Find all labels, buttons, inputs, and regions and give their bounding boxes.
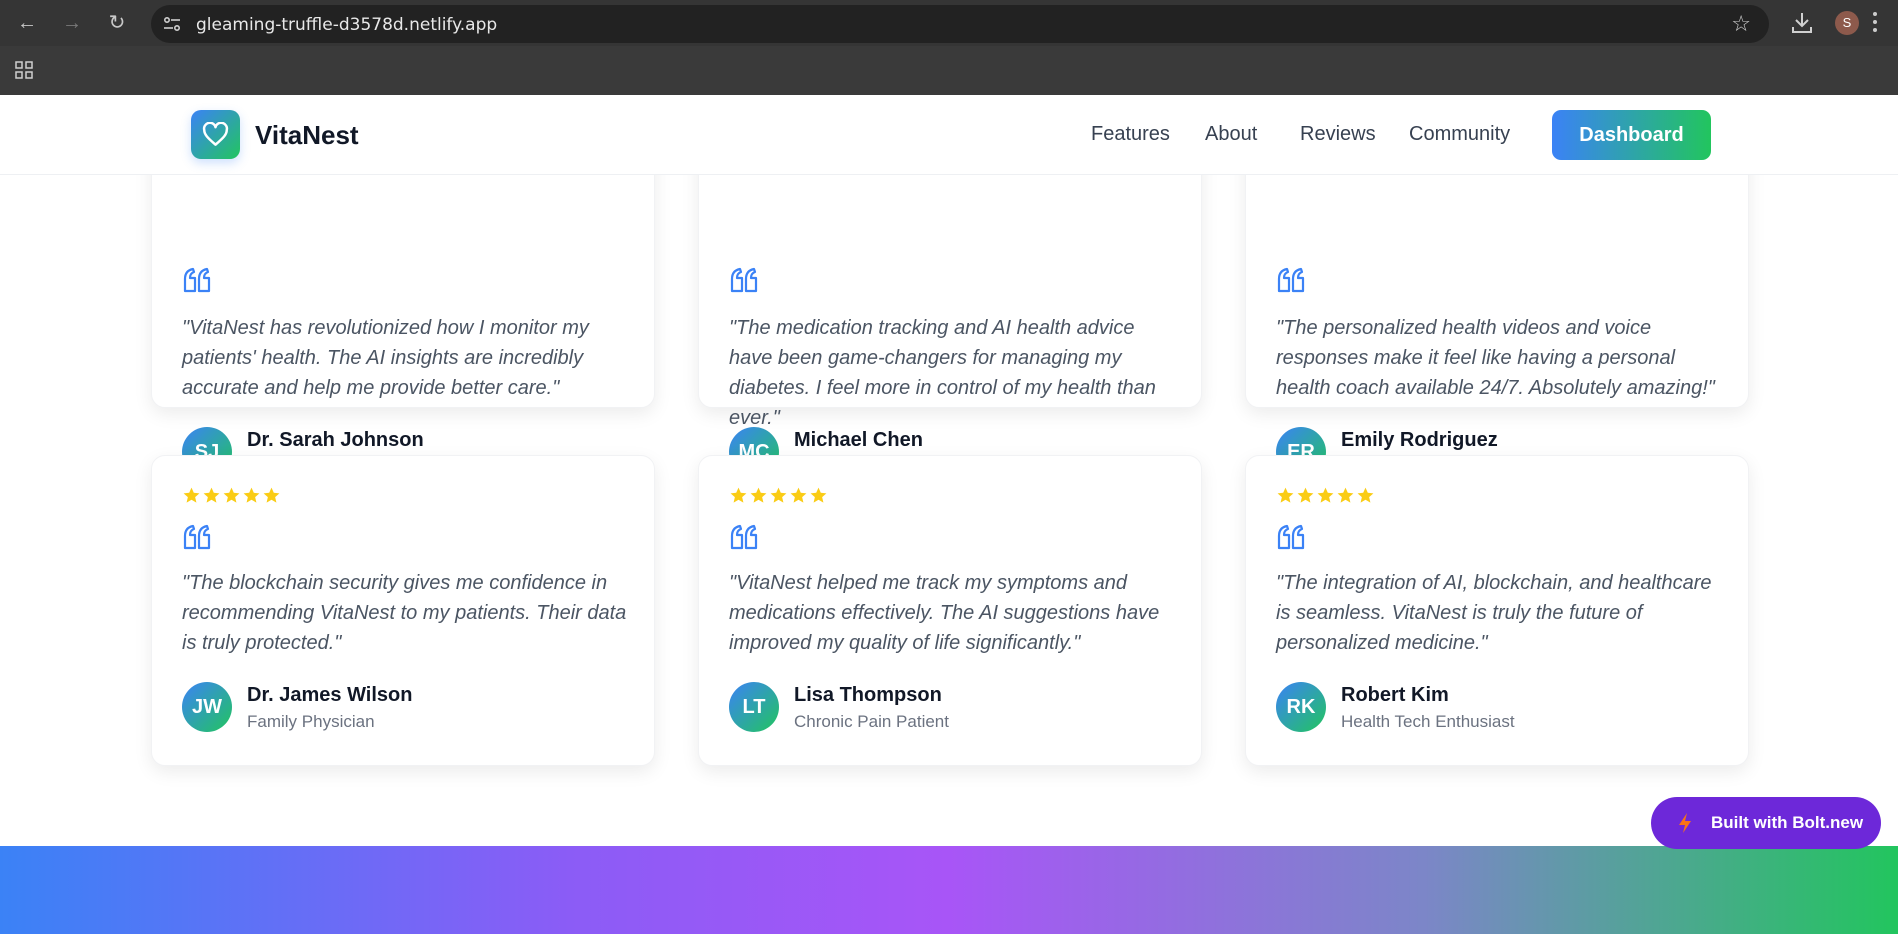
testimonial-quote: "The medication tracking and AI health a… xyxy=(729,317,1156,429)
quote-icon xyxy=(1277,267,1305,293)
lightning-icon xyxy=(1679,813,1691,833)
testimonial-quote: "The integration of AI, blockchain, and … xyxy=(1276,572,1712,654)
back-icon[interactable]: ← xyxy=(14,10,40,36)
logo[interactable] xyxy=(191,110,240,159)
browser-chrome: ← → ↻ gleaming-truffle-d3578d.netlify.ap… xyxy=(0,0,1898,95)
profile-avatar[interactable]: S xyxy=(1835,11,1859,35)
quote-icon xyxy=(730,267,758,293)
reviewer-role: Health Tech Enthusiast xyxy=(1341,712,1515,731)
star-rating xyxy=(182,486,282,508)
reviewer-name: Michael Chen xyxy=(794,429,923,451)
nav-link-community[interactable]: Community xyxy=(1409,123,1510,146)
nav-link-reviews[interactable]: Reviews xyxy=(1300,123,1376,146)
reload-icon[interactable]: ↻ xyxy=(104,10,130,36)
star-icon xyxy=(203,487,220,503)
reviewer-role: Family Physician xyxy=(247,712,375,731)
star-icon xyxy=(1317,487,1334,503)
testimonial-quote: "The personalized health videos and voic… xyxy=(1276,317,1715,399)
reviewer-name: Dr. Sarah Johnson xyxy=(247,429,424,451)
star-icon xyxy=(223,487,240,503)
star-icon xyxy=(730,487,747,503)
nav-link-features[interactable]: Features xyxy=(1091,123,1170,146)
testimonial-quote: "VitaNest has revolutionized how I monit… xyxy=(182,317,589,399)
url-text[interactable]: gleaming-truffle-d3578d.netlify.app xyxy=(196,15,497,35)
heart-icon xyxy=(202,122,229,146)
page-viewport: VitaNest Features About Reviews Communit… xyxy=(0,95,1898,934)
dashboard-button[interactable]: Dashboard xyxy=(1552,110,1711,160)
address-bar[interactable]: gleaming-truffle-d3578d.netlify.app ☆ xyxy=(151,5,1769,43)
nav-link-about[interactable]: About xyxy=(1205,123,1257,146)
bookmark-star-icon[interactable]: ☆ xyxy=(1731,11,1751,37)
bolt-badge[interactable]: Built with Bolt.new xyxy=(1651,797,1881,849)
quote-icon xyxy=(730,524,758,550)
forward-icon[interactable]: → xyxy=(59,10,85,36)
avatar: RK xyxy=(1276,682,1326,732)
testimonial-card: "VitaNest helped me track my symptoms an… xyxy=(698,455,1202,766)
reviewer-name: Lisa Thompson xyxy=(794,684,942,706)
reviewer-role: Chronic Pain Patient xyxy=(794,712,949,731)
star-icon xyxy=(770,487,787,503)
star-icon xyxy=(183,487,200,503)
star-icon xyxy=(810,487,827,503)
menu-icon[interactable] xyxy=(1872,12,1878,34)
star-icon xyxy=(1277,487,1294,503)
site-info-icon[interactable] xyxy=(163,16,181,32)
bolt-badge-label: Built with Bolt.new xyxy=(1711,813,1864,832)
testimonial-quote: "VitaNest helped me track my symptoms an… xyxy=(729,572,1160,654)
reviewer-name: Robert Kim xyxy=(1341,684,1449,706)
avatar: LT xyxy=(729,682,779,732)
testimonial-quote: "The blockchain security gives me confid… xyxy=(182,572,627,654)
quote-icon xyxy=(1277,524,1305,550)
star-icon xyxy=(1357,487,1374,503)
quote-icon xyxy=(183,267,211,293)
download-icon[interactable] xyxy=(1790,10,1814,36)
star-rating xyxy=(1276,486,1376,508)
star-icon xyxy=(1297,487,1314,503)
apps-grid-icon[interactable] xyxy=(14,60,34,80)
avatar: JW xyxy=(182,682,232,732)
star-icon xyxy=(1337,487,1354,503)
star-icon xyxy=(243,487,260,503)
brand-name[interactable]: VitaNest xyxy=(255,120,359,151)
star-icon xyxy=(790,487,807,503)
quote-icon xyxy=(183,524,211,550)
testimonial-card: "The blockchain security gives me confid… xyxy=(151,455,655,766)
reviewer-name: Emily Rodriguez xyxy=(1341,429,1498,451)
cta-gradient-section xyxy=(0,846,1898,934)
reviewer-name: Dr. James Wilson xyxy=(247,684,413,706)
star-rating xyxy=(729,486,829,508)
testimonial-card: "The integration of AI, blockchain, and … xyxy=(1245,455,1749,766)
star-icon xyxy=(750,487,767,503)
star-icon xyxy=(263,487,280,503)
site-header: VitaNest Features About Reviews Communit… xyxy=(0,95,1898,175)
